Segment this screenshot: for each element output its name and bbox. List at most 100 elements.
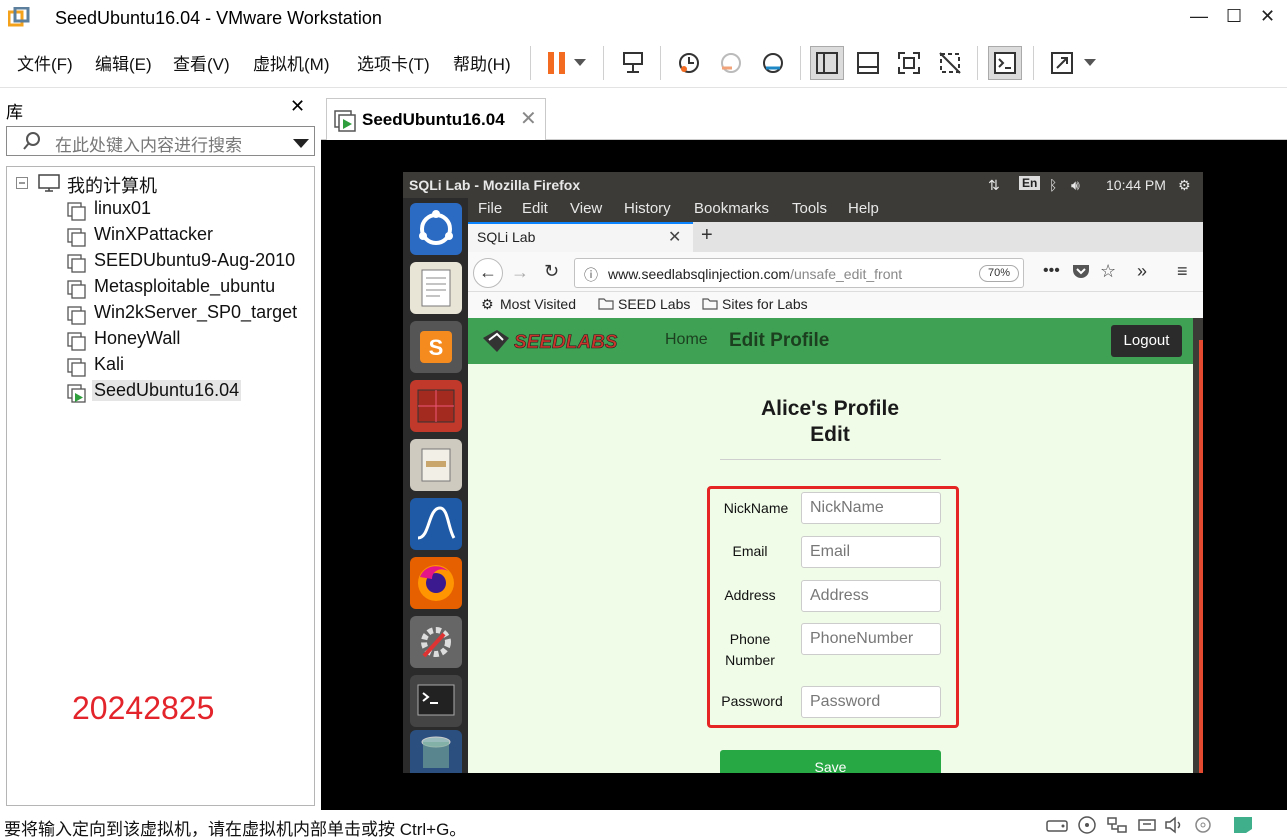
hamburger-menu-icon[interactable]: ≡ — [1177, 261, 1188, 282]
overflow-icon[interactable]: » — [1137, 261, 1147, 282]
minimize-button[interactable]: — — [1190, 6, 1208, 27]
hard-disk-icon[interactable] — [1045, 815, 1069, 835]
tab-close-icon[interactable]: ✕ — [668, 227, 681, 247]
disc-icon[interactable] — [1191, 815, 1215, 835]
address-input[interactable]: Address — [801, 580, 941, 612]
sublime-text-icon[interactable]: S — [410, 321, 462, 373]
ubuntu-dash-icon[interactable] — [410, 203, 462, 255]
vm-tab-close-icon[interactable]: ✕ — [520, 106, 537, 131]
menu-vm[interactable]: 虚拟机(M) — [253, 50, 329, 75]
pocket-icon[interactable] — [1072, 263, 1090, 284]
volume-icon[interactable]: 🔊︎ — [1071, 177, 1080, 194]
address-label: Address — [724, 587, 776, 603]
settings-icon[interactable] — [410, 616, 462, 668]
ff-menu-tools[interactable]: Tools — [792, 200, 827, 217]
back-icon[interactable]: ← — [473, 258, 503, 288]
ff-menu-bookmarks[interactable]: Bookmarks — [694, 200, 769, 217]
nav-edit-profile-link[interactable]: Edit Profile — [729, 330, 829, 352]
vm-list-item[interactable]: HoneyWall — [94, 328, 180, 349]
nav-home-link[interactable]: Home — [665, 331, 708, 349]
menu-edit[interactable]: 编辑(E) — [95, 50, 152, 75]
unity-mode-icon[interactable] — [933, 46, 967, 80]
toolbar-separator — [603, 46, 604, 80]
guest-bottom-border — [403, 773, 1203, 810]
vm-list-item[interactable]: SEEDUbuntu9-Aug-2010 — [94, 250, 295, 271]
library-view-icon[interactable] — [810, 46, 844, 80]
menu-help[interactable]: 帮助(H) — [453, 50, 511, 75]
firefox-icon[interactable] — [410, 557, 462, 609]
close-button[interactable]: ✕ — [1260, 6, 1275, 27]
network-adapter-icon[interactable] — [1105, 815, 1129, 835]
revert-snapshot-icon[interactable] — [714, 46, 748, 80]
vm-list-item[interactable]: Metasploitable_ubuntu — [94, 276, 275, 297]
stretch-guest-icon[interactable] — [1045, 46, 1079, 80]
ff-menu-edit[interactable]: Edit — [522, 200, 548, 217]
message-log-icon[interactable] — [1232, 815, 1256, 835]
clock[interactable]: 10:44 PM — [1106, 177, 1166, 193]
info-icon[interactable]: ⓘ — [584, 265, 598, 285]
gear-icon: ⚙ — [481, 296, 494, 312]
sound-card-icon[interactable] — [1163, 815, 1187, 835]
vm-icon — [67, 306, 86, 325]
maximize-button[interactable]: ☐ — [1226, 6, 1242, 27]
firefox-tab-label: SQLi Lab — [477, 229, 536, 245]
toolbar-separator — [660, 46, 661, 80]
search-placeholder: 在此处键入内容进行搜索 — [55, 136, 242, 155]
vm-list-item[interactable]: WinXPattacker — [94, 224, 213, 245]
reload-icon[interactable]: ↻ — [544, 261, 559, 282]
cd-dvd-icon[interactable] — [1075, 815, 1099, 835]
bookmark-star-icon[interactable]: ☆ — [1100, 261, 1116, 282]
logout-button[interactable]: Logout — [1111, 325, 1182, 357]
bookmark-seed-labs[interactable]: SEED Labs — [618, 296, 690, 312]
vm-running-icon — [334, 110, 356, 137]
ghex-icon[interactable] — [410, 380, 462, 432]
stretch-dropdown-icon[interactable] — [1080, 46, 1100, 80]
thumbnail-bar-icon[interactable] — [851, 46, 885, 80]
nickname-input[interactable]: NickName — [801, 492, 941, 524]
keyboard-lang-indicator[interactable]: En — [1019, 176, 1041, 190]
snapshot-icon[interactable] — [672, 46, 706, 80]
menu-file[interactable]: 文件(F) — [17, 50, 73, 75]
menu-tabs[interactable]: 选项卡(T) — [357, 50, 430, 75]
terminal-icon[interactable] — [410, 675, 462, 727]
tree-root-my-computer[interactable]: 我的计算机 — [67, 172, 157, 198]
vmware-logo-icon — [7, 6, 30, 29]
ff-menu-help[interactable]: Help — [848, 200, 879, 217]
console-view-icon[interactable] — [988, 46, 1022, 80]
new-tab-icon[interactable]: + — [701, 224, 713, 247]
menu-view[interactable]: 查看(V) — [173, 50, 230, 75]
ff-menu-history[interactable]: History — [624, 200, 671, 217]
seed-labs-logo[interactable]: SEEDLABS — [481, 328, 621, 359]
bookmark-sites-for-labs[interactable]: Sites for Labs — [722, 296, 808, 312]
forward-icon[interactable]: → — [511, 262, 529, 283]
fullscreen-icon[interactable] — [892, 46, 926, 80]
vm-list-item[interactable]: linux01 — [94, 198, 151, 219]
usb-controller-icon[interactable] — [1135, 815, 1159, 835]
send-ctrl-alt-del-icon[interactable] — [616, 46, 650, 80]
password-input[interactable]: Password — [801, 686, 941, 718]
zoom-indicator[interactable]: 70% — [979, 265, 1019, 282]
vm-list-item[interactable]: Kali — [94, 354, 124, 375]
files-icon[interactable] — [410, 439, 462, 491]
library-close-icon[interactable]: ✕ — [290, 96, 305, 117]
email-input[interactable]: Email — [801, 536, 941, 568]
bookmark-most-visited[interactable]: Most Visited — [500, 296, 576, 312]
bluetooth-icon[interactable]: ᛒ — [1049, 177, 1057, 193]
page-scrollbar[interactable] — [1199, 340, 1203, 773]
collapse-icon[interactable] — [16, 176, 28, 194]
pause-dropdown-icon[interactable] — [570, 46, 590, 80]
wireshark-icon[interactable] — [410, 498, 462, 550]
snapshot-manager-icon[interactable] — [756, 46, 790, 80]
phone-input[interactable]: PhoneNumber — [801, 623, 941, 655]
vm-list-item[interactable]: SeedUbuntu16.04 — [92, 380, 242, 401]
pause-icon[interactable] — [540, 46, 574, 80]
vm-tab-label: SeedUbuntu16.04 — [362, 110, 505, 129]
vm-list-item[interactable]: Win2kServer_SP0_target — [94, 302, 297, 323]
page-actions-icon[interactable]: ••• — [1043, 262, 1060, 280]
system-settings-icon[interactable]: ⚙ — [1178, 177, 1191, 194]
text-editor-icon[interactable] — [410, 262, 462, 314]
ff-menu-file[interactable]: File — [478, 200, 502, 217]
search-dropdown-icon[interactable] — [293, 136, 309, 154]
network-icon[interactable]: ⇅ — [988, 177, 1000, 194]
ff-menu-view[interactable]: View — [570, 200, 602, 217]
